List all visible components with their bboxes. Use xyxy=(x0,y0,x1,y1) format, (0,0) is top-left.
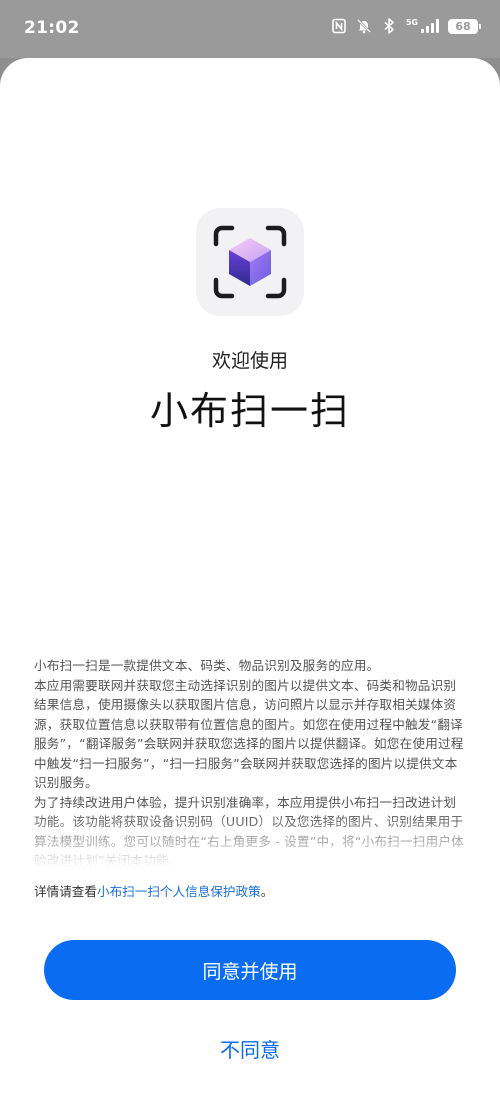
app-title: 小布扫一扫 xyxy=(149,389,350,433)
description-paragraph: 本应用需要联网并获取您主动选择识别的图片以提供文本、码类和物品识别结果信息，使用… xyxy=(34,677,464,791)
status-time: 21:02 xyxy=(24,18,80,38)
network-label: 5G xyxy=(405,18,418,27)
privacy-policy-link[interactable]: 小布扫一扫个人信息保护政策 xyxy=(97,884,261,899)
policy-line: 详情请查看小布扫一扫个人信息保护政策。 xyxy=(34,883,466,901)
policy-suffix: 。 xyxy=(260,884,274,899)
privacy-sheet: 欢迎使用 小布扫一扫 小布扫一扫是一款提供文本、码类、物品识别及服务的应用。 本… xyxy=(0,58,500,1100)
bluetooth-icon xyxy=(381,18,397,34)
bell-off-icon xyxy=(356,18,372,34)
status-icons: 5G 68 xyxy=(331,18,481,34)
battery-level: 68 xyxy=(455,19,471,33)
scan-cube-icon xyxy=(196,208,304,316)
disagree-button[interactable]: 不同意 xyxy=(150,1028,350,1068)
welcome-text: 欢迎使用 xyxy=(211,350,288,372)
description-paragraph: 小布扫一扫是一款提供文本、码类、物品识别及服务的应用。 xyxy=(34,658,380,673)
policy-prefix: 详情请查看 xyxy=(34,884,97,899)
status-bar: 21:02 5G 68 xyxy=(0,0,500,58)
description-scroll[interactable]: 小布扫一扫是一款提供文本、码类、物品识别及服务的应用。 本应用需要联网并获取您主… xyxy=(34,656,466,874)
description-paragraph: 为了持续改进用户体验，提升识别准确率，本应用提供小布扫一扫改进计划功能。该功能将… xyxy=(34,794,464,869)
nfc-icon xyxy=(331,18,347,34)
agree-button[interactable]: 同意并使用 xyxy=(44,940,456,1000)
battery-icon: 68 xyxy=(448,18,481,34)
signal-icon xyxy=(421,19,439,33)
